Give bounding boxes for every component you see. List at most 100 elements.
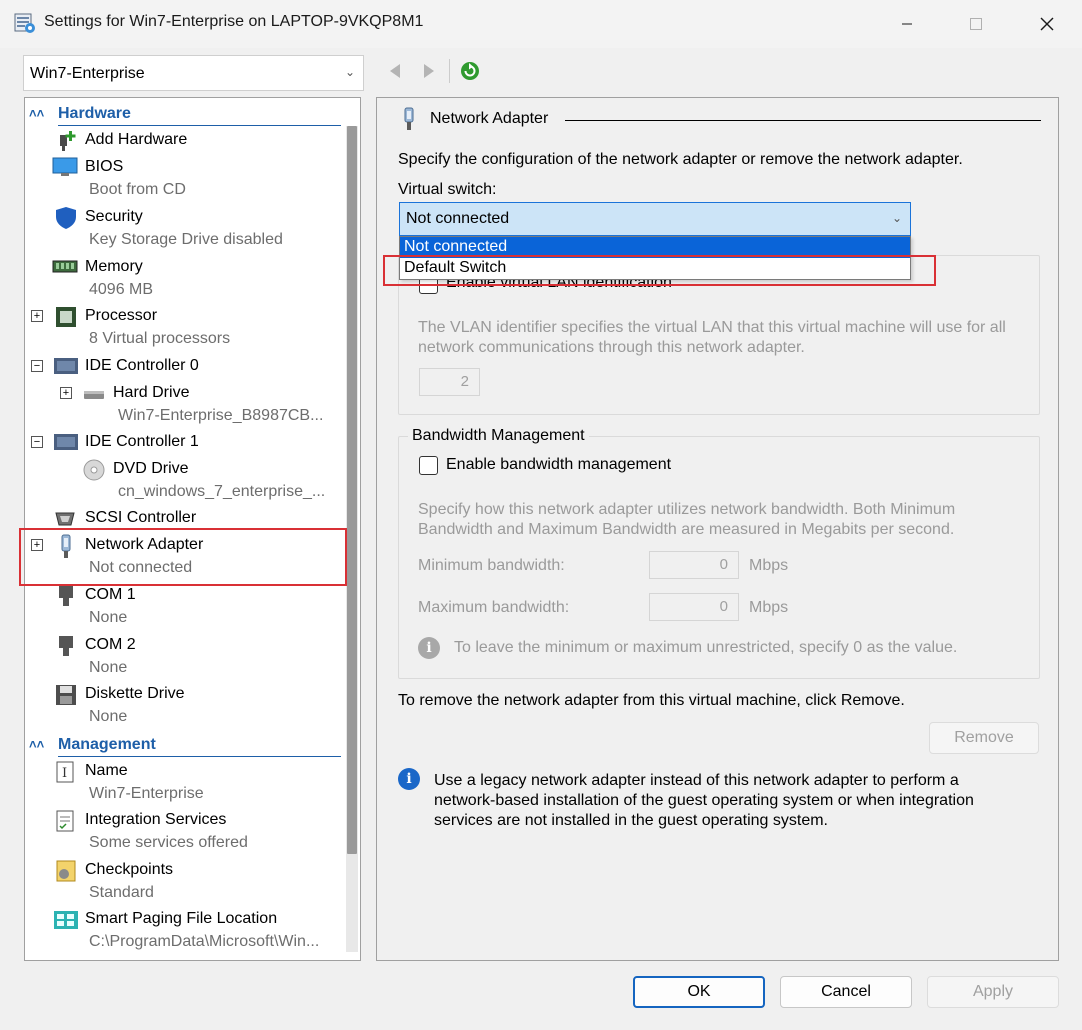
cancel-button[interactable]: Cancel bbox=[780, 976, 912, 1008]
ide-controller-icon bbox=[53, 355, 78, 379]
tree-item-name[interactable]: I Name Win7-Enterprise bbox=[25, 760, 345, 808]
tree-item-label: Checkpoints bbox=[85, 861, 174, 878]
name-icon: I bbox=[54, 760, 78, 784]
panel-description: Specify the configuration of the network… bbox=[398, 151, 963, 168]
tree-item-label: Smart Paging File Location bbox=[85, 910, 278, 927]
tree-item-label: Name bbox=[85, 762, 128, 779]
panel-heading: Network Adapter bbox=[430, 110, 549, 127]
tree-item-dvd-drive[interactable]: DVD Drive cn_windows_7_enterprise_... bbox=[25, 458, 345, 506]
tree-item-checkpoints[interactable]: Checkpoints Standard bbox=[25, 859, 345, 907]
title-bar: Settings for Win7-Enterprise on LAPTOP-9… bbox=[0, 0, 1082, 48]
tree-item-processor[interactable]: + Processor 8 Virtual processors bbox=[25, 305, 345, 353]
tree-item-smart-paging[interactable]: Smart Paging File Location C:\ProgramDat… bbox=[25, 908, 345, 956]
max-bandwidth-unit: Mbps bbox=[749, 599, 789, 616]
tree-item-detail: 8 Virtual processors bbox=[89, 330, 231, 347]
ide-controller-icon bbox=[53, 431, 78, 455]
collapse-minus-icon[interactable]: − bbox=[31, 360, 43, 372]
tree-item-detail: Some services offered bbox=[89, 834, 248, 851]
svg-text:I: I bbox=[62, 766, 67, 781]
com-port-icon bbox=[55, 584, 79, 608]
tree-item-detail: 4096 MB bbox=[89, 281, 154, 298]
tree-item-label: COM 2 bbox=[85, 636, 136, 653]
virtual-switch-value: Not connected bbox=[406, 210, 510, 227]
shield-icon bbox=[54, 206, 78, 230]
tree-item-diskette-drive[interactable]: Diskette Drive None bbox=[25, 683, 345, 731]
bandwidth-checkbox-label: Enable bandwidth management bbox=[446, 456, 672, 473]
hardware-section-label: Hardware bbox=[58, 105, 131, 122]
tree-item-detail: cn_windows_7_enterprise_... bbox=[118, 483, 326, 500]
hardware-section-header[interactable]: ˄˄ Hardware bbox=[25, 100, 341, 126]
checkpoint-icon bbox=[54, 859, 78, 883]
expand-plus-icon[interactable]: + bbox=[60, 387, 72, 399]
tree-item-ide-controller-1[interactable]: − IDE Controller 1 bbox=[25, 431, 345, 457]
tree-item-memory[interactable]: Memory 4096 MB bbox=[25, 256, 345, 304]
vm-selector-value: Win7-Enterprise bbox=[30, 65, 145, 82]
tree-item-label: Memory bbox=[85, 258, 143, 275]
close-button[interactable] bbox=[1024, 0, 1070, 48]
bandwidth-description: Specify how this network adapter utilize… bbox=[418, 501, 956, 538]
toolbar-divider bbox=[449, 59, 450, 83]
tree-item-label: IDE Controller 1 bbox=[85, 433, 199, 450]
tree-scrollbar-thumb[interactable] bbox=[347, 126, 357, 854]
virtual-switch-label: Virtual switch: bbox=[398, 181, 497, 198]
collapse-minus-icon[interactable]: − bbox=[31, 436, 43, 448]
section-underline bbox=[58, 756, 341, 757]
tree-item-detail: Win7-Enterprise_B8987CB... bbox=[118, 407, 324, 424]
refresh-icon[interactable] bbox=[459, 60, 481, 82]
expand-plus-icon[interactable]: + bbox=[31, 310, 43, 322]
com-port-icon bbox=[55, 634, 79, 658]
virtual-switch-dropdown[interactable]: Not connected ⌄ bbox=[399, 202, 911, 236]
floppy-icon bbox=[54, 683, 78, 707]
max-bandwidth-label: Maximum bandwidth: bbox=[418, 599, 570, 616]
tree-item-integration-services[interactable]: Integration Services Some services offer… bbox=[25, 809, 345, 857]
maximize-button[interactable] bbox=[953, 0, 999, 48]
tree-item-label: Add Hardware bbox=[85, 131, 188, 148]
add-hardware-icon bbox=[55, 129, 79, 153]
chevron-down-icon: ⌄ bbox=[344, 65, 355, 79]
vm-selector-dropdown[interactable]: Win7-Enterprise ⌄ bbox=[23, 55, 364, 91]
min-bandwidth-unit: Mbps bbox=[749, 557, 789, 574]
tree-item-com-2[interactable]: COM 2 None bbox=[25, 634, 345, 682]
section-underline bbox=[58, 125, 341, 126]
collapse-chevron-icon: ˄˄ bbox=[29, 106, 45, 121]
annotation-highlight-tree bbox=[19, 528, 347, 586]
tree-item-detail: Standard bbox=[89, 884, 154, 901]
tree-item-detail: Win7-Enterprise bbox=[89, 785, 204, 802]
remove-instructions: To remove the network adapter from this … bbox=[398, 692, 905, 709]
forward-arrow-icon[interactable] bbox=[418, 60, 440, 82]
remove-button[interactable]: Remove bbox=[929, 722, 1039, 754]
bandwidth-checkbox[interactable] bbox=[419, 456, 438, 475]
apply-button[interactable]: Apply bbox=[927, 976, 1059, 1008]
tree-item-detail: Key Storage Drive disabled bbox=[89, 231, 283, 248]
tree-item-label: Integration Services bbox=[85, 811, 227, 828]
tree-item-security[interactable]: Security Key Storage Drive disabled bbox=[25, 206, 345, 254]
tree-item-label: Security bbox=[85, 208, 143, 225]
tree-item-add-hardware[interactable]: Add Hardware bbox=[25, 129, 345, 155]
tree-item-detail: Boot from CD bbox=[89, 181, 186, 198]
window-title: Settings for Win7-Enterprise on LAPTOP-9… bbox=[44, 13, 424, 30]
bandwidth-tip: To leave the minimum or maximum unrestri… bbox=[454, 639, 958, 656]
tree-item-bios[interactable]: BIOS Boot from CD bbox=[25, 156, 345, 204]
info-icon: i bbox=[398, 768, 420, 790]
ok-button[interactable]: OK bbox=[633, 976, 765, 1008]
tree-item-detail: None bbox=[89, 708, 128, 725]
min-bandwidth-label: Minimum bandwidth: bbox=[418, 557, 565, 574]
tree-item-label: IDE Controller 0 bbox=[85, 357, 199, 374]
back-arrow-icon[interactable] bbox=[384, 60, 406, 82]
minimize-button[interactable] bbox=[884, 0, 930, 48]
paging-icon bbox=[53, 908, 78, 932]
max-bandwidth-field[interactable]: 0 bbox=[649, 593, 739, 621]
management-section-header[interactable]: ˄˄ Management bbox=[25, 731, 341, 757]
network-adapter-icon bbox=[401, 107, 417, 137]
min-bandwidth-field[interactable]: 0 bbox=[649, 551, 739, 579]
tree-item-hard-drive[interactable]: + Hard Drive Win7-Enterprise_B8987CB... bbox=[25, 382, 345, 430]
vm-settings-icon bbox=[14, 12, 36, 34]
tree-item-label: Diskette Drive bbox=[85, 685, 185, 702]
vlan-id-field[interactable]: 2 bbox=[419, 368, 480, 396]
bandwidth-title: Bandwidth Management bbox=[408, 427, 589, 445]
tree-item-com-1[interactable]: COM 1 None bbox=[25, 584, 345, 632]
collapse-chevron-icon: ˄˄ bbox=[29, 737, 45, 752]
memory-icon bbox=[52, 256, 78, 280]
bios-icon bbox=[52, 156, 78, 180]
tree-item-ide-controller-0[interactable]: − IDE Controller 0 bbox=[25, 355, 345, 381]
